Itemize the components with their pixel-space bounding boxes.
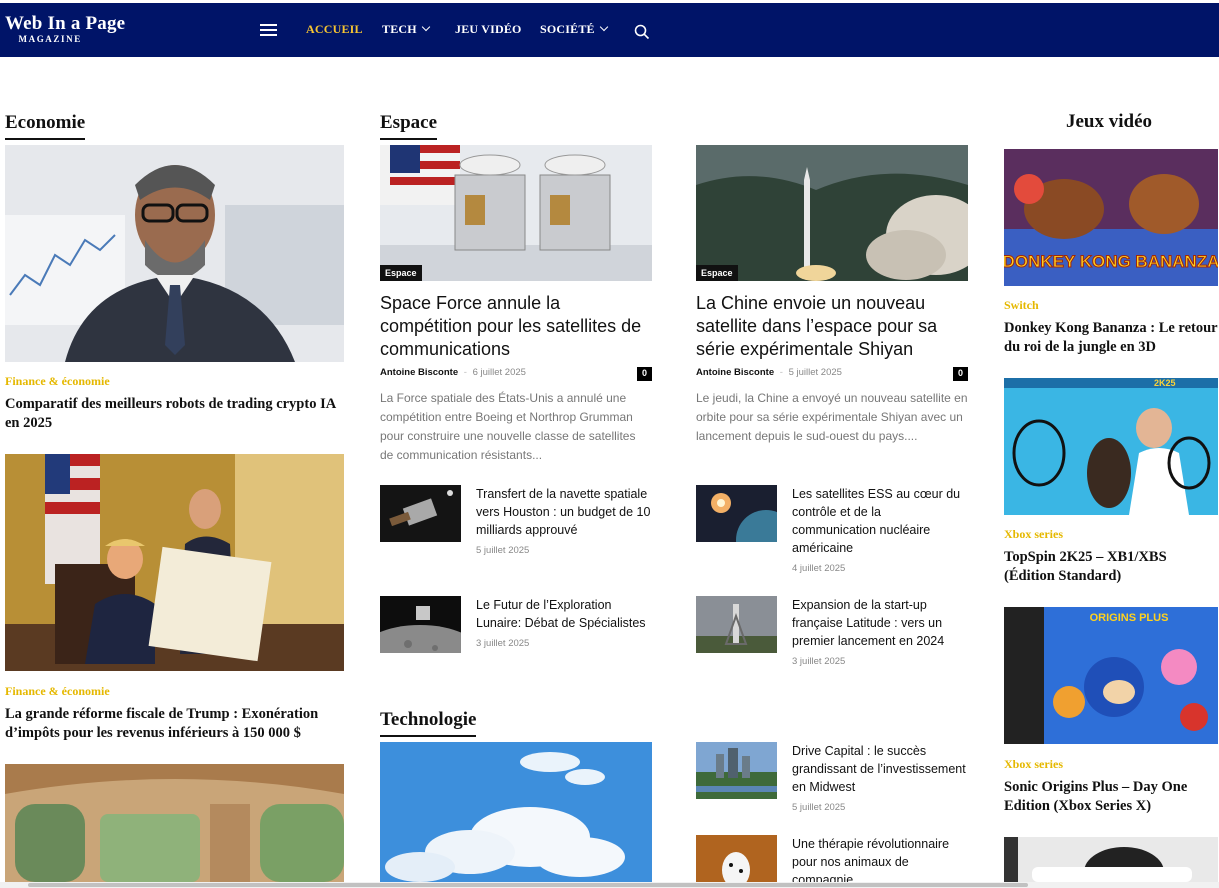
article-title[interactable]: Transfert de la navette spatiale vers Ho… — [476, 485, 654, 539]
article-image-van-interior[interactable] — [5, 764, 344, 882]
article-title[interactable]: La Chine envoie un nouveau satellite dan… — [696, 292, 968, 361]
article-title[interactable]: Le Futur de l’Exploration Lunaire: Débat… — [476, 596, 654, 632]
article-category[interactable]: Finance & économie — [5, 684, 110, 699]
product-image-donkey-kong[interactable]: DONKEY KONG BANANZA — [1004, 149, 1218, 286]
article-title[interactable]: Comparatif des meilleurs robots de tradi… — [5, 395, 344, 433]
article-author[interactable]: Antoine Bisconte — [696, 367, 774, 378]
article-thumbnail[interactable] — [380, 485, 461, 542]
game-logo-text: DONKEY KONG BANANZA — [1004, 252, 1218, 271]
section-heading-jeux-video[interactable]: Jeux vidéo — [1066, 111, 1152, 133]
article-title[interactable]: Sonic Origins Plus – Day One Edition (Xb… — [1004, 778, 1218, 816]
category-badge[interactable]: Espace — [380, 265, 422, 281]
article-image-rocket-launch[interactable]: Espace — [696, 145, 968, 281]
product-image-sonic-origins[interactable]: ORIGINS PLUS — [1004, 607, 1218, 744]
article-meta: Antoine Bisconte - 6 juillet 2025 — [380, 367, 526, 378]
article-image-satellites[interactable]: Espace — [380, 145, 652, 281]
search-icon[interactable] — [634, 24, 650, 40]
article-meta: Antoine Bisconte - 5 juillet 2025 — [696, 367, 842, 378]
nav-label: TECH — [382, 22, 417, 36]
chevron-down-icon — [421, 22, 431, 32]
article-category[interactable]: Xbox series — [1004, 757, 1063, 772]
article-title[interactable]: La grande réforme fiscale de Trump : Exo… — [5, 705, 344, 743]
article-date: 5 juillet 2025 — [476, 545, 530, 556]
scrollbar-thumb[interactable] — [28, 883, 1028, 887]
article-image-sky-clouds[interactable] — [380, 742, 652, 882]
product-image-topspin[interactable]: 2K25 — [1004, 378, 1218, 515]
article-date: 3 juillet 2025 — [476, 638, 530, 649]
nav-item-tech[interactable]: TECH — [382, 22, 431, 37]
article-thumbnail[interactable] — [696, 485, 777, 542]
nav-item-societe[interactable]: SOCIÉTÉ — [540, 22, 609, 37]
logo-title: Web In a Page — [5, 13, 126, 34]
game-logo-text: 2K25 — [1154, 378, 1176, 388]
article-category[interactable]: Switch — [1004, 298, 1039, 313]
article-excerpt: Le jeudi, la Chine a envoyé un nouveau s… — [696, 391, 968, 443]
article-title[interactable]: Les satellites ESS au cœur du contrôle e… — [792, 485, 968, 557]
article-date: 4 juillet 2025 — [792, 563, 846, 574]
article-date: 3 juillet 2025 — [792, 656, 846, 667]
site-logo[interactable]: Web In a Page MAGAZINE — [5, 13, 126, 45]
article-title[interactable]: TopSpin 2K25 – XB1/XBS (Édition Standard… — [1004, 548, 1218, 586]
article-image-trump[interactable] — [5, 454, 344, 671]
nav-item-jeu-video[interactable]: JEU VIDÉO — [455, 22, 522, 37]
article-category[interactable]: Xbox series — [1004, 527, 1063, 542]
article-thumbnail[interactable] — [696, 596, 777, 653]
article-date: 6 juillet 2025 — [472, 367, 526, 378]
nav-label: ACCUEIL — [306, 22, 363, 36]
article-author[interactable]: Antoine Bisconte — [380, 367, 458, 378]
product-image-next[interactable] — [1004, 837, 1218, 882]
article-image-trading-robot[interactable] — [5, 145, 344, 362]
chevron-down-icon — [599, 22, 609, 32]
main-navigation: Web In a Page MAGAZINE ACCUEIL TECH JEU … — [0, 3, 1219, 57]
article-excerpt: La Force spatiale des États-Unis a annul… — [380, 391, 636, 462]
article-title[interactable]: Une thérapie révolutionnaire pour nos an… — [792, 835, 968, 882]
comment-count-badge[interactable]: 0 — [637, 367, 652, 381]
article-category[interactable]: Finance & économie — [5, 374, 110, 389]
nav-label: JEU VIDÉO — [455, 22, 522, 36]
article-title[interactable]: Donkey Kong Bananza : Le retour du roi d… — [1004, 319, 1218, 357]
nav-item-accueil[interactable]: ACCUEIL — [306, 22, 363, 37]
article-thumbnail[interactable] — [696, 835, 777, 882]
section-heading-technologie[interactable]: Technologie — [380, 709, 477, 737]
article-title[interactable]: Expansion de la start-up française Latit… — [792, 596, 968, 650]
article-title[interactable]: Space Force annule la compétition pour l… — [380, 292, 652, 361]
horizontal-scrollbar[interactable] — [0, 882, 1219, 888]
hamburger-menu-icon[interactable] — [260, 24, 277, 37]
article-title[interactable]: Drive Capital : le succès grandissant de… — [792, 742, 968, 796]
section-heading-espace[interactable]: Espace — [380, 112, 437, 140]
article-thumbnail[interactable] — [696, 742, 777, 799]
nav-label: SOCIÉTÉ — [540, 22, 595, 36]
article-thumbnail[interactable] — [380, 596, 461, 653]
article-date: 5 juillet 2025 — [792, 802, 846, 813]
category-badge[interactable]: Espace — [696, 265, 738, 281]
section-heading-economie[interactable]: Economie — [5, 112, 86, 140]
game-logo-text: ORIGINS PLUS — [1090, 612, 1169, 624]
article-date: 5 juillet 2025 — [788, 367, 842, 378]
logo-subtitle: MAGAZINE — [18, 34, 82, 44]
comment-count-badge[interactable]: 0 — [953, 367, 968, 381]
